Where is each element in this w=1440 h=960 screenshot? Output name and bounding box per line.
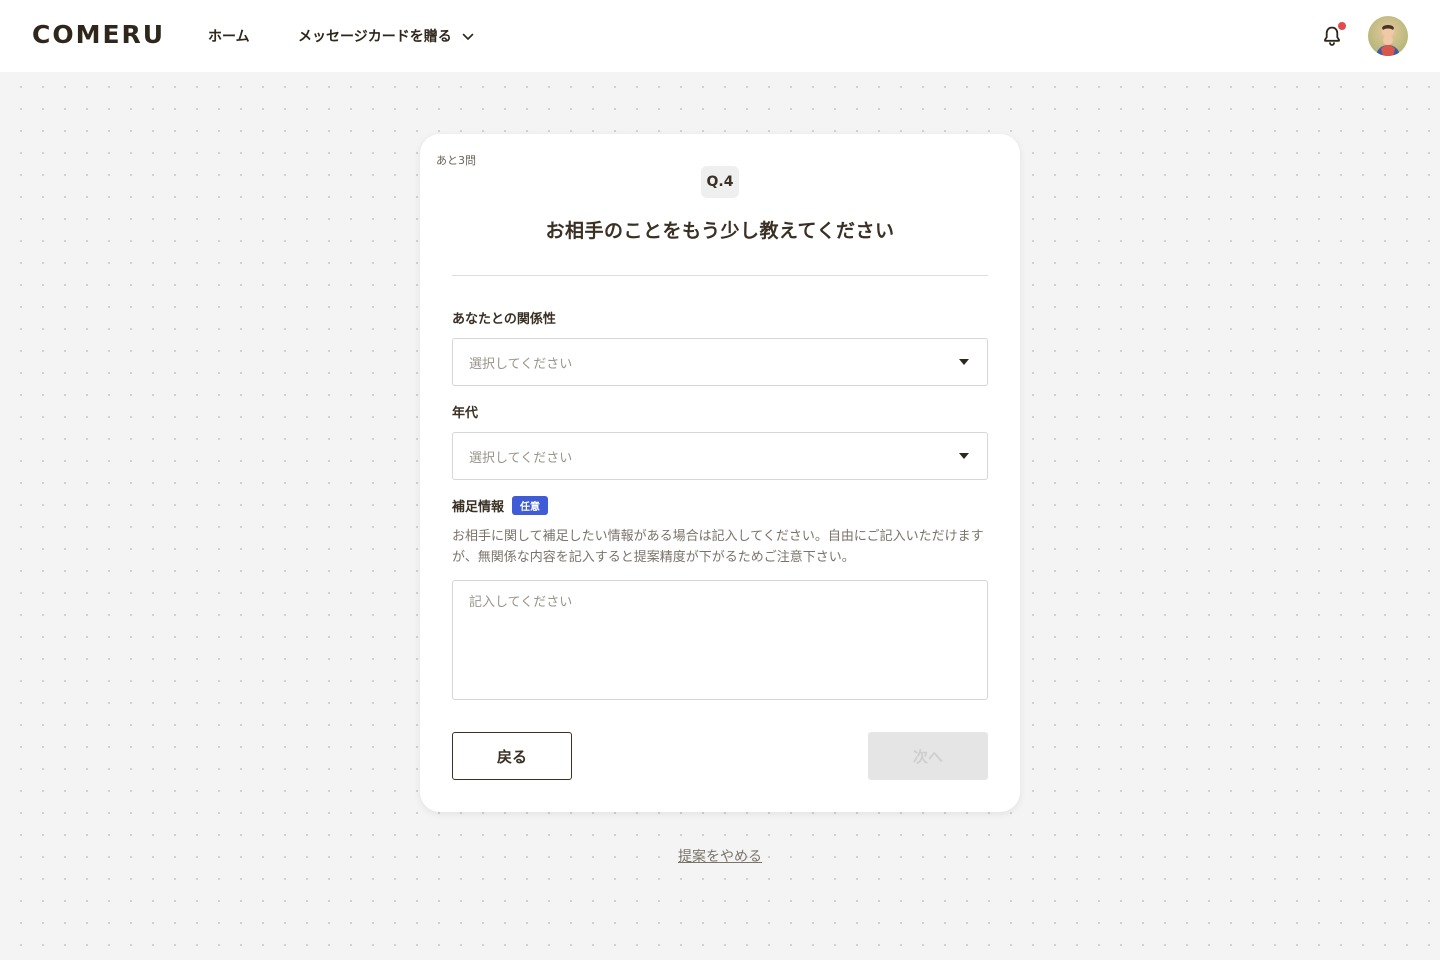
age-label-text: 年代 [452,406,479,421]
question-number-badge: Q.4 [701,166,739,198]
divider [452,275,988,276]
nav-home-link[interactable]: ホーム [208,26,250,46]
question-card: あと3問 Q.4 お相手のことをもう少し教えてください あなたとの関係性 選択し… [420,134,1020,812]
age-label: 年代 [452,402,478,421]
next-button[interactable]: 次へ [868,732,988,780]
nav-send-card-dropdown[interactable]: メッセージカードを贈る [298,26,474,46]
relationship-label-text: あなたとの関係性 [452,312,556,327]
notes-textarea-placeholder: 記入してください [469,595,573,610]
cancel-suggestion-container: 提案をやめる [0,846,1440,866]
caret-down-icon [959,359,969,365]
notes-help-text: お相手に関して補足したい情報がある場合は記入してください。自由にご記入いただけま… [452,529,984,565]
relationship-select-placeholder: 選択してください [469,356,573,372]
user-avatar[interactable] [1368,16,1408,56]
remaining-questions: あと3問 [436,154,476,167]
relationship-select[interactable]: 選択してください [452,338,988,386]
age-select-placeholder: 選択してください [469,450,573,466]
optional-badge: 任意 [512,496,549,515]
notes-textarea[interactable]: 記入してください [452,580,988,700]
avatar-image [1368,16,1408,56]
chevron-down-icon [462,33,474,40]
notes-label-text: 補足情報 [452,500,505,515]
question-title: お相手のことをもう少し教えてください [545,220,895,242]
comeru-logo[interactable]: COMERU [32,20,165,49]
notes-label: 補足情報 任意 [452,496,549,515]
caret-down-icon [959,453,969,459]
nav-send-card-label: メッセージカードを贈る [298,29,452,45]
top-header: COMERU ホーム メッセージカードを贈る [0,0,1440,72]
relationship-label: あなたとの関係性 [452,308,556,327]
age-select[interactable]: 選択してください [452,432,988,480]
notification-dot [1338,22,1346,30]
cancel-suggestion-link[interactable]: 提案をやめる [678,849,762,865]
back-button[interactable]: 戻る [452,732,572,780]
